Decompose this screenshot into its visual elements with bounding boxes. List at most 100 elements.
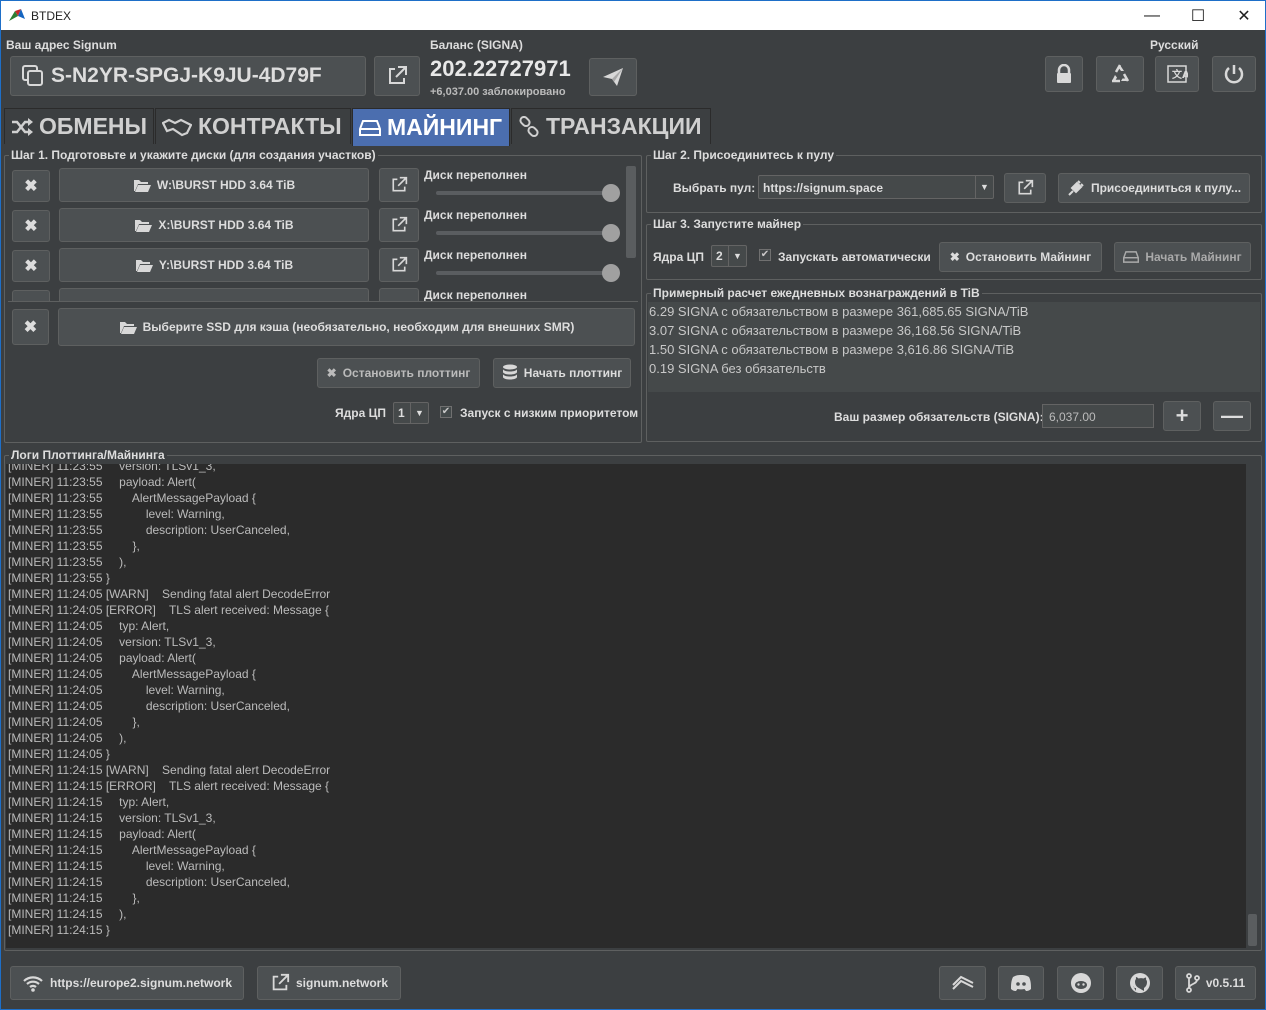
remove-commitment-button[interactable]: —	[1213, 401, 1251, 431]
close-icon: ✖	[24, 178, 38, 195]
commitment-label: Ваш размер обязательств (SIGNA):	[834, 410, 1044, 424]
version-button[interactable]: v0.5.11	[1175, 966, 1256, 1000]
disk-slider[interactable]	[436, 264, 622, 282]
commitment-input[interactable]: 6,037.00	[1042, 404, 1154, 428]
close-icon: ✖	[24, 258, 38, 275]
log-line: [MINER] 11:24:05 level: Warning,	[8, 683, 225, 697]
log-line: [MINER] 11:24:15 description: UserCancel…	[8, 875, 290, 889]
hdd-icon	[359, 119, 381, 136]
join-pool-button[interactable]: Присоединиться к пулу...	[1058, 173, 1250, 203]
mine-cores-select[interactable]: 2 ▼	[711, 245, 747, 267]
disk-select-button[interactable]: Y:\BURST HDD 3.64 TiB	[59, 248, 369, 282]
log-scrollbar-thumb[interactable]	[1248, 914, 1257, 946]
disk-list-scrollbar[interactable]	[626, 166, 636, 258]
add-commitment-button[interactable]: +	[1163, 401, 1201, 431]
log-scrollbar-track[interactable]	[1246, 464, 1260, 948]
log-line: [MINER] 11:24:15 payload: Alert(	[8, 827, 196, 841]
log-line: [MINER] 11:24:15 [WARN] Sending fatal al…	[8, 763, 331, 777]
open-pool-button[interactable]	[1004, 173, 1046, 203]
tab-exchanges[interactable]: ОБМЕНЫ	[4, 108, 154, 144]
open-disk-button[interactable]	[379, 288, 419, 301]
tab-mining[interactable]: МАЙНИНГ	[352, 108, 510, 146]
external-link-icon	[392, 176, 408, 192]
disk-slider[interactable]	[436, 224, 622, 242]
reward-line: 1.50 SIGNA с обязательством в размере 3,…	[649, 342, 1014, 357]
auto-start-checkbox[interactable]: ✔	[759, 249, 771, 261]
log-line: [MINER] 11:24:15 ),	[8, 907, 127, 921]
remove-ssd-button[interactable]: ✖	[12, 309, 49, 345]
explorer-button[interactable]: signum.network	[257, 966, 401, 1000]
send-button[interactable]	[589, 58, 637, 96]
external-link-icon	[392, 216, 408, 232]
pool-select[interactable]: https://signum.space ▼	[758, 175, 994, 199]
external-link-icon	[392, 256, 408, 272]
disk-select-button[interactable]: W:\BURST HDD 3.64 TiB	[59, 168, 369, 202]
recycle-icon	[1112, 64, 1130, 83]
window-title: BTDEX	[31, 9, 72, 23]
power-button[interactable]	[1212, 56, 1256, 92]
balance-value: 202.22727971	[430, 56, 571, 81]
remove-disk-button[interactable]: ✖	[12, 250, 50, 282]
open-disk-button[interactable]	[379, 168, 419, 202]
log-line: [MINER] 11:24:05 typ: Alert,	[8, 619, 170, 633]
hdd-icon	[1123, 251, 1140, 263]
log-line: [MINER] 11:24:15 level: Warning,	[8, 859, 225, 873]
disk-slider[interactable]	[436, 184, 622, 202]
folder-open-icon	[135, 220, 153, 232]
github-button[interactable]	[1116, 966, 1163, 1000]
plug-icon	[1068, 180, 1084, 196]
reward-line: 6.29 SIGNA с обязательством в размере 36…	[649, 304, 1029, 319]
log-line: [MINER] 11:23:55 description: UserCancel…	[8, 523, 290, 537]
maximize-button[interactable]: ☐	[1175, 1, 1221, 31]
start-mining-button[interactable]: Начать Майнинг	[1114, 242, 1251, 272]
reward-line: 3.07 SIGNA с обязательством в размере 36…	[649, 323, 1022, 338]
minimize-button[interactable]: —	[1129, 1, 1175, 31]
lock-button[interactable]	[1045, 56, 1083, 92]
close-window-button[interactable]: ✕	[1221, 1, 1266, 31]
plot-cores-select[interactable]: 1 ▼	[393, 402, 429, 424]
balance-label: Баланс (SIGNA)	[430, 38, 523, 52]
disk-status: Диск переполнен	[424, 288, 527, 301]
low-priority-checkbox[interactable]: ✔	[440, 406, 452, 418]
remove-disk-button[interactable]: ✖	[12, 210, 50, 242]
disk-select-button[interactable]: X:\BURST HDD 3.64 TiB	[59, 208, 369, 242]
reddit-button[interactable]	[1057, 966, 1104, 1000]
log-line: [MINER] 11:24:05 [ERROR] TLS alert recei…	[8, 603, 330, 617]
remove-disk-button[interactable]	[12, 290, 50, 301]
open-disk-button[interactable]	[379, 248, 419, 282]
minus-icon: —	[1221, 403, 1243, 428]
signum-site-button[interactable]	[939, 966, 986, 1000]
copy-address-button[interactable]: S-N2YR-SPGJ-K9JU-4D79F	[10, 56, 366, 96]
ssd-select-button[interactable]: Выберите SSD для кэша (необязательно, не…	[58, 308, 635, 346]
title-bar: BTDEX — ☐ ✕	[0, 0, 1266, 30]
open-address-button[interactable]	[374, 56, 420, 96]
stop-mining-button[interactable]: ✖ Остановить Майнинг	[939, 242, 1102, 272]
log-line: [MINER] 11:24:15 },	[8, 891, 140, 905]
tab-contracts[interactable]: КОНТРАКТЫ	[155, 108, 351, 144]
recycle-button[interactable]	[1096, 56, 1144, 92]
discord-icon	[1011, 975, 1031, 991]
discord-button[interactable]	[998, 966, 1044, 1000]
log-line: [MINER] 11:23:55 }	[8, 571, 110, 585]
close-icon: ✖	[24, 218, 38, 235]
disk-select-button[interactable]	[59, 288, 369, 301]
log-line: [MINER] 11:24:05 },	[8, 715, 140, 729]
tab-transactions[interactable]: ТРАНЗАКЦИИ	[511, 108, 711, 144]
language-label: Русский	[1150, 38, 1199, 52]
language-button[interactable]: 文A	[1155, 56, 1199, 92]
remove-disk-button[interactable]: ✖	[12, 170, 50, 202]
address-label: Ваш адрес Signum	[6, 38, 117, 52]
start-plotting-button[interactable]: Начать плоттинг	[493, 358, 631, 388]
open-disk-button[interactable]	[379, 208, 419, 242]
app-logo-icon	[9, 9, 25, 21]
log-line: [MINER] 11:23:55 level: Warning,	[8, 507, 225, 521]
locked-balance: +6,037.00 заблокировано	[430, 86, 566, 98]
stop-plotting-button[interactable]: ✖ Остановить плоттинг	[317, 358, 480, 388]
rewards-title: Примерный расчет ежедневных вознагражден…	[651, 286, 982, 300]
branch-icon	[1185, 973, 1200, 993]
auto-start-label: Запускать автоматически	[778, 250, 931, 264]
node-button[interactable]: https://europe2.signum.network	[10, 966, 244, 1000]
log-line: [MINER] 11:24:05 version: TLSv1_3,	[8, 635, 216, 649]
external-link-icon	[389, 66, 407, 84]
log-area: [MINER] 11:23:55 version: TLSv1_3, [MINER…	[6, 464, 1246, 948]
